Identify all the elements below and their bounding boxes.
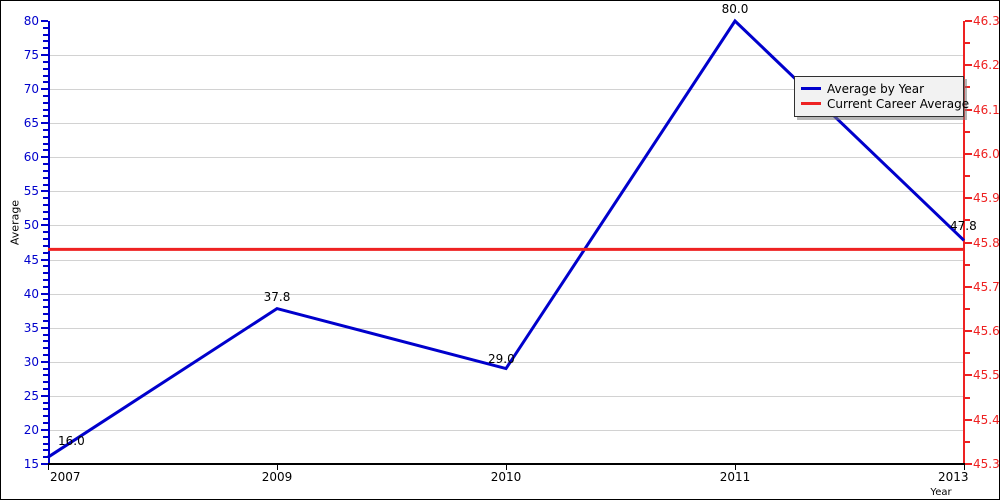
chart-frame: 1520253035404550556065707580 45.3045.404…: [0, 0, 1000, 500]
data-point-label: 47.8: [950, 219, 977, 234]
data-point-label: 80.0: [721, 2, 749, 16]
legend-swatch-blue: [801, 87, 821, 90]
legend-item-average-by-year: Average by Year: [801, 81, 957, 96]
data-point-label: 29.0: [488, 351, 515, 366]
x-axis-title: Year: [930, 487, 952, 498]
legend-label-average-by-year: Average by Year: [827, 81, 925, 96]
legend-swatch-red: [801, 102, 821, 105]
data-point-label: 16.0: [58, 434, 85, 449]
legend-item-current-career-average: Current Career Average: [801, 96, 969, 111]
data-point-label: 37.8: [263, 289, 291, 304]
chart-legend: Average by Year Current Career Average: [794, 76, 969, 117]
legend-label-current-career-average: Current Career Average: [827, 96, 970, 111]
y-axis-title: Average: [8, 199, 22, 246]
